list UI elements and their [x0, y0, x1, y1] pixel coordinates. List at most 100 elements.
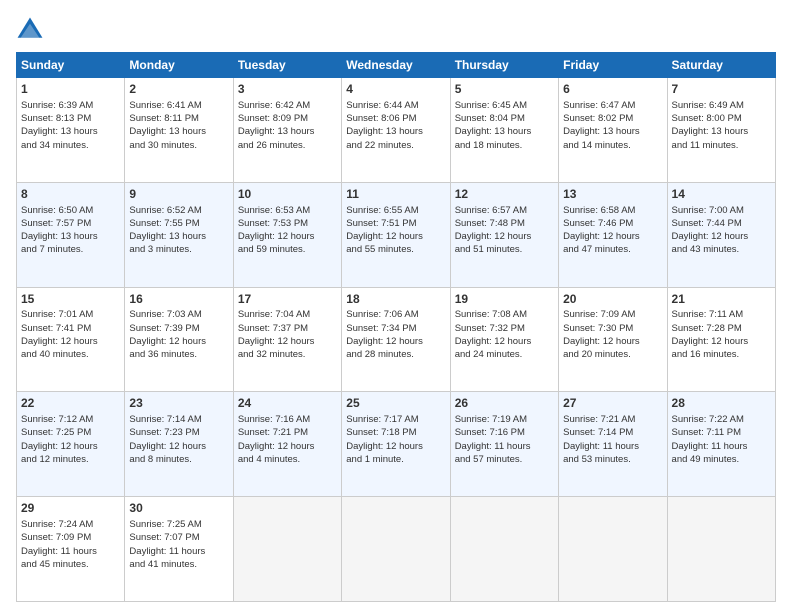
logo-icon: [16, 16, 44, 44]
day-detail: and 3 minutes.: [129, 243, 228, 256]
day-detail: and 32 minutes.: [238, 348, 337, 361]
calendar-cell: 26Sunrise: 7:19 AMSunset: 7:16 PMDayligh…: [450, 392, 558, 497]
day-header-saturday: Saturday: [667, 53, 775, 78]
day-detail: Sunrise: 6:39 AM: [21, 99, 120, 112]
day-detail: Sunrise: 7:11 AM: [672, 308, 771, 321]
day-number: 23: [129, 395, 228, 412]
day-detail: and 4 minutes.: [238, 453, 337, 466]
day-detail: Sunrise: 6:42 AM: [238, 99, 337, 112]
day-detail: Sunrise: 7:01 AM: [21, 308, 120, 321]
calendar-cell: 5Sunrise: 6:45 AMSunset: 8:04 PMDaylight…: [450, 78, 558, 183]
day-detail: Daylight: 13 hours: [455, 125, 554, 138]
day-detail: Sunrise: 6:52 AM: [129, 204, 228, 217]
calendar-cell: 16Sunrise: 7:03 AMSunset: 7:39 PMDayligh…: [125, 287, 233, 392]
calendar-cell: 7Sunrise: 6:49 AMSunset: 8:00 PMDaylight…: [667, 78, 775, 183]
day-detail: and 45 minutes.: [21, 558, 120, 571]
day-detail: Daylight: 12 hours: [346, 230, 445, 243]
day-detail: Sunrise: 7:22 AM: [672, 413, 771, 426]
day-number: 25: [346, 395, 445, 412]
day-number: 11: [346, 186, 445, 203]
day-detail: Sunset: 8:06 PM: [346, 112, 445, 125]
day-detail: Sunset: 7:07 PM: [129, 531, 228, 544]
day-detail: Sunrise: 6:44 AM: [346, 99, 445, 112]
day-detail: and 36 minutes.: [129, 348, 228, 361]
day-header-monday: Monday: [125, 53, 233, 78]
day-number: 21: [672, 291, 771, 308]
calendar-cell: 25Sunrise: 7:17 AMSunset: 7:18 PMDayligh…: [342, 392, 450, 497]
day-detail: and 8 minutes.: [129, 453, 228, 466]
day-detail: Daylight: 13 hours: [21, 125, 120, 138]
day-number: 18: [346, 291, 445, 308]
day-detail: and 22 minutes.: [346, 139, 445, 152]
calendar-cell: 12Sunrise: 6:57 AMSunset: 7:48 PMDayligh…: [450, 182, 558, 287]
day-detail: Sunrise: 7:04 AM: [238, 308, 337, 321]
day-header-wednesday: Wednesday: [342, 53, 450, 78]
day-detail: Sunset: 7:34 PM: [346, 322, 445, 335]
day-detail: Sunrise: 6:53 AM: [238, 204, 337, 217]
day-detail: Sunset: 7:14 PM: [563, 426, 662, 439]
day-detail: Daylight: 11 hours: [129, 545, 228, 558]
day-detail: Daylight: 12 hours: [563, 335, 662, 348]
day-number: 9: [129, 186, 228, 203]
day-detail: Sunset: 7:44 PM: [672, 217, 771, 230]
calendar-cell: 30Sunrise: 7:25 AMSunset: 7:07 PMDayligh…: [125, 497, 233, 602]
day-detail: Sunrise: 7:21 AM: [563, 413, 662, 426]
day-number: 28: [672, 395, 771, 412]
day-detail: and 51 minutes.: [455, 243, 554, 256]
day-detail: Sunrise: 7:19 AM: [455, 413, 554, 426]
page-header: [16, 16, 776, 44]
day-detail: Sunrise: 7:12 AM: [21, 413, 120, 426]
day-detail: Sunrise: 6:58 AM: [563, 204, 662, 217]
day-number: 1: [21, 81, 120, 98]
day-detail: Daylight: 12 hours: [563, 230, 662, 243]
calendar-cell: 11Sunrise: 6:55 AMSunset: 7:51 PMDayligh…: [342, 182, 450, 287]
day-number: 3: [238, 81, 337, 98]
day-detail: Daylight: 13 hours: [21, 230, 120, 243]
calendar-cell: [559, 497, 667, 602]
day-detail: Daylight: 13 hours: [238, 125, 337, 138]
day-detail: Sunrise: 7:08 AM: [455, 308, 554, 321]
day-detail: and 1 minute.: [346, 453, 445, 466]
day-detail: Daylight: 12 hours: [238, 335, 337, 348]
day-detail: Daylight: 12 hours: [238, 230, 337, 243]
day-detail: and 59 minutes.: [238, 243, 337, 256]
calendar-cell: 27Sunrise: 7:21 AMSunset: 7:14 PMDayligh…: [559, 392, 667, 497]
calendar-cell: 21Sunrise: 7:11 AMSunset: 7:28 PMDayligh…: [667, 287, 775, 392]
day-detail: and 49 minutes.: [672, 453, 771, 466]
day-number: 8: [21, 186, 120, 203]
day-detail: Sunrise: 6:49 AM: [672, 99, 771, 112]
day-detail: Daylight: 13 hours: [672, 125, 771, 138]
day-number: 17: [238, 291, 337, 308]
calendar-cell: 4Sunrise: 6:44 AMSunset: 8:06 PMDaylight…: [342, 78, 450, 183]
day-detail: and 47 minutes.: [563, 243, 662, 256]
day-detail: Daylight: 12 hours: [129, 440, 228, 453]
day-detail: Sunset: 7:09 PM: [21, 531, 120, 544]
day-number: 20: [563, 291, 662, 308]
day-detail: and 14 minutes.: [563, 139, 662, 152]
calendar-cell: 2Sunrise: 6:41 AMSunset: 8:11 PMDaylight…: [125, 78, 233, 183]
day-detail: and 7 minutes.: [21, 243, 120, 256]
day-detail: Sunrise: 6:41 AM: [129, 99, 228, 112]
day-number: 4: [346, 81, 445, 98]
day-detail: Sunrise: 7:24 AM: [21, 518, 120, 531]
calendar-cell: 3Sunrise: 6:42 AMSunset: 8:09 PMDaylight…: [233, 78, 341, 183]
day-detail: Daylight: 11 hours: [21, 545, 120, 558]
day-number: 27: [563, 395, 662, 412]
calendar-cell: 8Sunrise: 6:50 AMSunset: 7:57 PMDaylight…: [17, 182, 125, 287]
day-number: 29: [21, 500, 120, 517]
day-detail: Sunrise: 6:45 AM: [455, 99, 554, 112]
day-detail: Daylight: 12 hours: [455, 335, 554, 348]
day-detail: Daylight: 12 hours: [672, 230, 771, 243]
day-detail: Daylight: 12 hours: [346, 335, 445, 348]
day-detail: Daylight: 12 hours: [346, 440, 445, 453]
calendar-week-row: 15Sunrise: 7:01 AMSunset: 7:41 PMDayligh…: [17, 287, 776, 392]
day-detail: Sunset: 7:41 PM: [21, 322, 120, 335]
day-detail: and 34 minutes.: [21, 139, 120, 152]
day-detail: Sunset: 7:57 PM: [21, 217, 120, 230]
day-number: 26: [455, 395, 554, 412]
day-detail: and 20 minutes.: [563, 348, 662, 361]
day-detail: Sunrise: 6:50 AM: [21, 204, 120, 217]
day-detail: and 11 minutes.: [672, 139, 771, 152]
day-detail: and 57 minutes.: [455, 453, 554, 466]
day-detail: and 40 minutes.: [21, 348, 120, 361]
